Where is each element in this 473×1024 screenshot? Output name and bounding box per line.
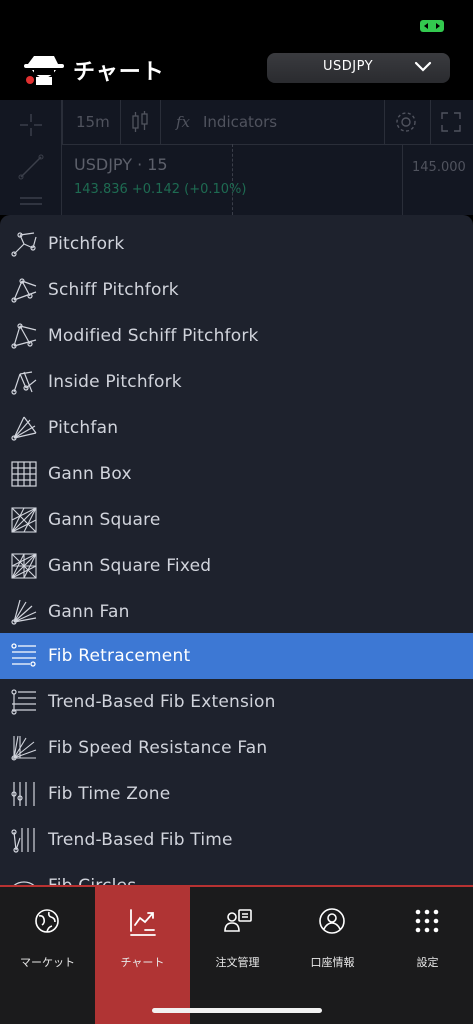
symbol-select[interactable]: USDJPY <box>267 53 450 83</box>
interval-button[interactable]: 15m <box>76 113 110 131</box>
menu-item-fib-speed-resistance-fan[interactable]: Fib Speed Resistance Fan <box>0 725 473 771</box>
chart-symbol-label: USDJPY · 15 <box>74 155 168 174</box>
gann-square-fixed-icon <box>11 553 37 579</box>
nav-chart[interactable]: チャート <box>95 887 190 1024</box>
drawing-toolbar <box>0 100 62 215</box>
nav-orders[interactable]: 注文管理 <box>190 887 285 1024</box>
crosshair-icon[interactable] <box>18 112 44 138</box>
fib-time-zone-icon <box>11 782 35 806</box>
nav-settings[interactable]: 設定 <box>380 887 473 1024</box>
gann-square-icon <box>11 507 37 533</box>
fib-tool-icon[interactable] <box>18 194 44 214</box>
menu-item-fib-retracement[interactable]: Fib Retracement <box>0 633 473 679</box>
market-globe-icon <box>35 909 59 933</box>
menu-item-label: Gann Box <box>48 464 132 484</box>
chart-price-label: 143.836 +0.142 (+0.10%) <box>74 182 247 197</box>
menu-item-label: Pitchfork <box>48 234 125 254</box>
menu-item-trend-fib-extension[interactable]: Trend-Based Fib Extension <box>0 679 473 725</box>
app-header: チャート USDJPY <box>0 44 473 100</box>
menu-item-label: Modified Schiff Pitchfork <box>48 326 259 346</box>
menu-item-label: Pitchfan <box>48 418 119 438</box>
pitchfan-icon <box>11 416 37 441</box>
menu-item-schiff-pitchfork[interactable]: Schiff Pitchfork <box>0 267 473 313</box>
nav-label: 設定 <box>416 956 439 969</box>
inside-pitchfork-icon <box>11 371 37 395</box>
home-indicator[interactable] <box>152 1008 322 1013</box>
menu-item-pitchfan[interactable]: Pitchfan <box>0 405 473 451</box>
trend-fib-extension-icon <box>11 689 36 715</box>
menu-item-label: Schiff Pitchfork <box>48 280 179 300</box>
fullscreen-icon[interactable] <box>440 111 462 133</box>
page-title: チャート <box>73 60 165 85</box>
trend-fib-time-icon <box>11 828 35 853</box>
nav-label: 注文管理 <box>215 956 260 969</box>
chart-trend-icon <box>130 909 156 936</box>
settings-grid-icon <box>415 909 439 933</box>
menu-item-gann-fan[interactable]: Gann Fan <box>0 589 473 635</box>
menu-item-label: Gann Square Fixed <box>48 556 212 576</box>
menu-item-fib-circles[interactable]: Fib Circles <box>0 863 473 885</box>
menu-item-gann-box[interactable]: Gann Box <box>0 451 473 497</box>
gann-fan-icon <box>11 599 37 625</box>
function-icon: fx <box>176 113 191 131</box>
nav-label: チャート <box>120 956 165 969</box>
account-user-icon <box>319 908 345 934</box>
gann-box-icon <box>11 461 37 487</box>
menu-item-trend-fib-time[interactable]: Trend-Based Fib Time <box>0 817 473 863</box>
menu-item-label: Trend-Based Fib Time <box>48 830 233 850</box>
menu-item-gann-square-fixed[interactable]: Gann Square Fixed <box>0 543 473 589</box>
pitchfork-icon <box>11 232 37 257</box>
bottom-nav: マーケット チャート 注文管理 口座情報 設定 <box>0 887 473 1024</box>
menu-item-inside-pitchfork[interactable]: Inside Pitchfork <box>0 359 473 405</box>
nav-market[interactable]: マーケット <box>0 887 95 1024</box>
battery-icon <box>420 20 444 32</box>
menu-item-modified-schiff-pitchfork[interactable]: Modified Schiff Pitchfork <box>0 313 473 359</box>
menu-item-label: Inside Pitchfork <box>48 372 182 392</box>
fib-speed-resistance-fan-icon <box>11 735 37 761</box>
menu-item-label: Trend-Based Fib Extension <box>48 692 276 712</box>
modified-schiff-pitchfork-icon <box>11 323 37 349</box>
price-axis-label: 145.000 <box>412 160 466 175</box>
menu-item-pitchfork[interactable]: Pitchfork <box>0 221 473 267</box>
chevron-down-icon <box>414 61 432 72</box>
menu-item-label: Fib Circles <box>48 876 136 885</box>
fib-circles-icon <box>13 881 35 885</box>
menu-item-label: Fib Retracement <box>48 646 191 666</box>
menu-item-label: Fib Speed Resistance Fan <box>48 738 268 758</box>
order-management-icon <box>224 909 252 932</box>
gear-icon[interactable] <box>394 110 418 134</box>
menu-item-gann-square[interactable]: Gann Square <box>0 497 473 543</box>
nav-account[interactable]: 口座情報 <box>285 887 380 1024</box>
nav-label: マーケット <box>20 956 75 969</box>
menu-item-label: Fib Time Zone <box>48 784 171 804</box>
candlestick-icon[interactable] <box>130 110 150 134</box>
fib-retracement-icon <box>11 643 36 667</box>
status-bar <box>0 0 473 44</box>
schiff-pitchfork-icon <box>11 278 37 303</box>
symbol-select-value: USDJPY <box>323 59 374 74</box>
indicators-button[interactable]: Indicators <box>203 113 277 131</box>
menu-item-label: Gann Square <box>48 510 161 530</box>
drawing-tools-menu: Pitchfork Schiff Pitchfork Modified Schi… <box>0 215 473 885</box>
trend-line-icon[interactable] <box>18 154 44 180</box>
menu-item-label: Gann Fan <box>48 602 130 622</box>
logo-icon <box>24 56 64 85</box>
chart-area[interactable]: 15m fx Indicators USDJPY · 15 143.836 +0… <box>0 100 473 215</box>
menu-item-fib-time-zone[interactable]: Fib Time Zone <box>0 771 473 817</box>
nav-label: 口座情報 <box>310 956 355 969</box>
